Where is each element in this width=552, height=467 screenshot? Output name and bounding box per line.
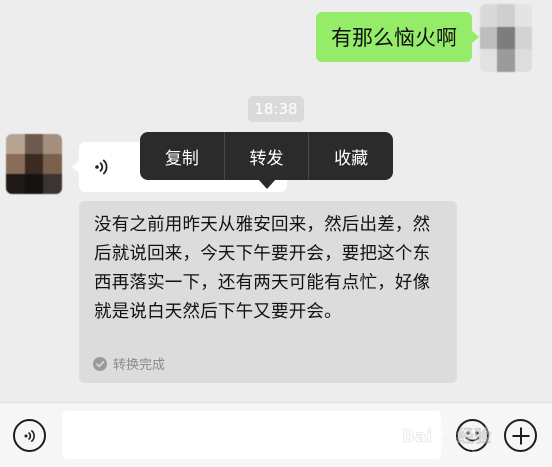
voice-transcription-bubble[interactable]: 没有之前用昨天从雅安回来，然后出差，然后就说回来，今天下午要开会，要把这个东西再… (79, 201, 457, 383)
chat-area: 有那么恼火啊 18:38 复制 转发 收藏 没有之前用昨天从雅安回来，然后出差，… (0, 0, 552, 402)
transcription-text: 没有之前用昨天从雅安回来，然后出差，然后就说回来，今天下午要开会，要把这个东西再… (94, 215, 431, 322)
my-avatar[interactable] (480, 4, 532, 72)
outgoing-message-text: 有那么恼火啊 (331, 26, 457, 50)
copy-menu-item[interactable]: 复制 (140, 132, 224, 180)
more-options-button[interactable] (504, 419, 537, 452)
copy-menu-label: 复制 (164, 148, 199, 169)
voice-wave-icon (95, 159, 108, 175)
forward-menu-label: 转发 (249, 148, 284, 169)
message-context-menu: 复制 转发 收藏 (140, 132, 393, 189)
message-text-input[interactable] (62, 411, 441, 459)
emoji-icon (465, 431, 480, 442)
emoji-button[interactable] (456, 419, 489, 452)
favorite-menu-item[interactable]: 收藏 (309, 132, 393, 180)
voice-icon (24, 429, 35, 442)
voice-input-button[interactable] (13, 419, 46, 452)
transcription-status-text: 转换完成 (113, 358, 166, 373)
transcription-status: 转换完成 (93, 354, 165, 373)
check-circle-icon (93, 356, 107, 371)
outgoing-message-bubble[interactable]: 有那么恼火啊 (316, 12, 479, 62)
favorite-menu-label: 收藏 (334, 148, 369, 169)
timestamp: 18:38 (248, 96, 304, 122)
timestamp-text: 18:38 (254, 100, 298, 118)
contact-avatar[interactable] (6, 134, 62, 194)
forward-menu-item[interactable]: 转发 (225, 132, 309, 180)
message-input-bar (0, 402, 552, 467)
